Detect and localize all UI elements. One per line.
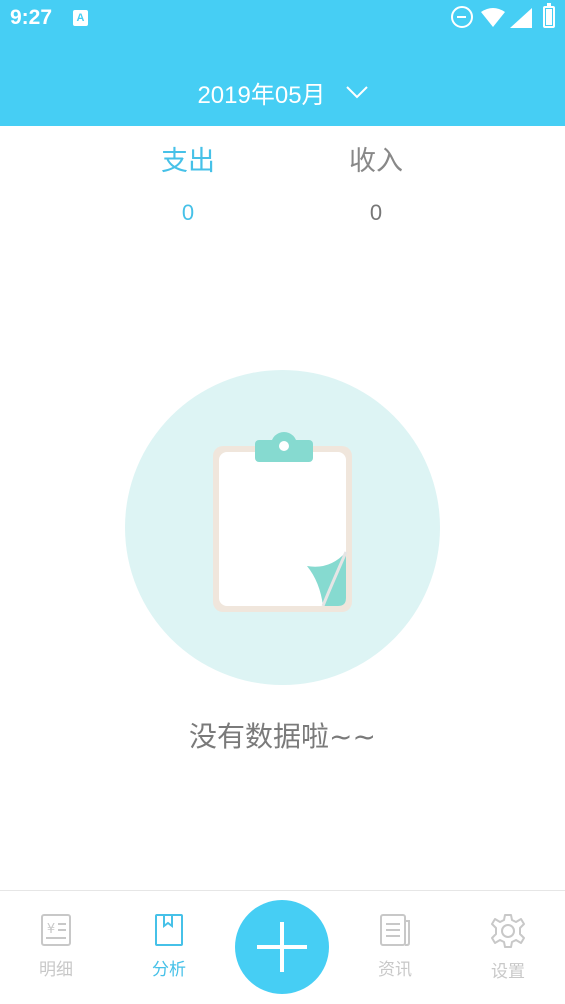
- status-bar: 9:27 A: [0, 0, 565, 38]
- tab-label: 资讯: [378, 960, 412, 980]
- wifi-icon: [481, 8, 505, 27]
- battery-icon: [543, 3, 555, 28]
- expense-tab[interactable]: 支出 0: [128, 140, 248, 226]
- tab-news[interactable]: 资讯: [350, 913, 440, 983]
- summary: 支出 0 收入 0: [0, 140, 565, 250]
- book-icon: [155, 914, 183, 946]
- tab-detail[interactable]: ¥ 明细: [11, 913, 101, 983]
- income-tab[interactable]: 收入 0: [316, 140, 436, 226]
- gear-icon: [491, 914, 525, 948]
- app-notification-icon: A: [73, 10, 88, 26]
- expense-value: 0: [181, 200, 195, 225]
- tab-settings[interactable]: 设置: [463, 913, 553, 983]
- month-picker[interactable]: 2019年05月: [0, 70, 565, 114]
- svg-text:¥: ¥: [47, 922, 55, 937]
- status-time: 9:27: [10, 6, 53, 29]
- tab-label: 设置: [491, 962, 525, 982]
- tab-label: 分析: [152, 960, 186, 980]
- expense-label: 支出: [161, 146, 215, 177]
- income-value: 0: [369, 200, 383, 225]
- news-icon: [380, 914, 410, 946]
- header: 9:27 A 2019年05月: [0, 0, 565, 126]
- ledger-icon: ¥: [41, 914, 71, 946]
- empty-message: 没有数据啦~~: [189, 720, 376, 753]
- plus-icon: [257, 922, 307, 972]
- clipboard-icon: [125, 370, 440, 685]
- signal-icon: [510, 8, 532, 28]
- month-label: 2019年05月: [197, 81, 326, 109]
- income-label: 收入: [349, 146, 403, 177]
- tab-label: 明细: [39, 960, 73, 980]
- add-record-button[interactable]: [235, 900, 329, 994]
- chevron-down-icon: [345, 86, 368, 99]
- dnd-icon: [451, 6, 473, 28]
- tab-analysis[interactable]: 分析: [124, 913, 214, 983]
